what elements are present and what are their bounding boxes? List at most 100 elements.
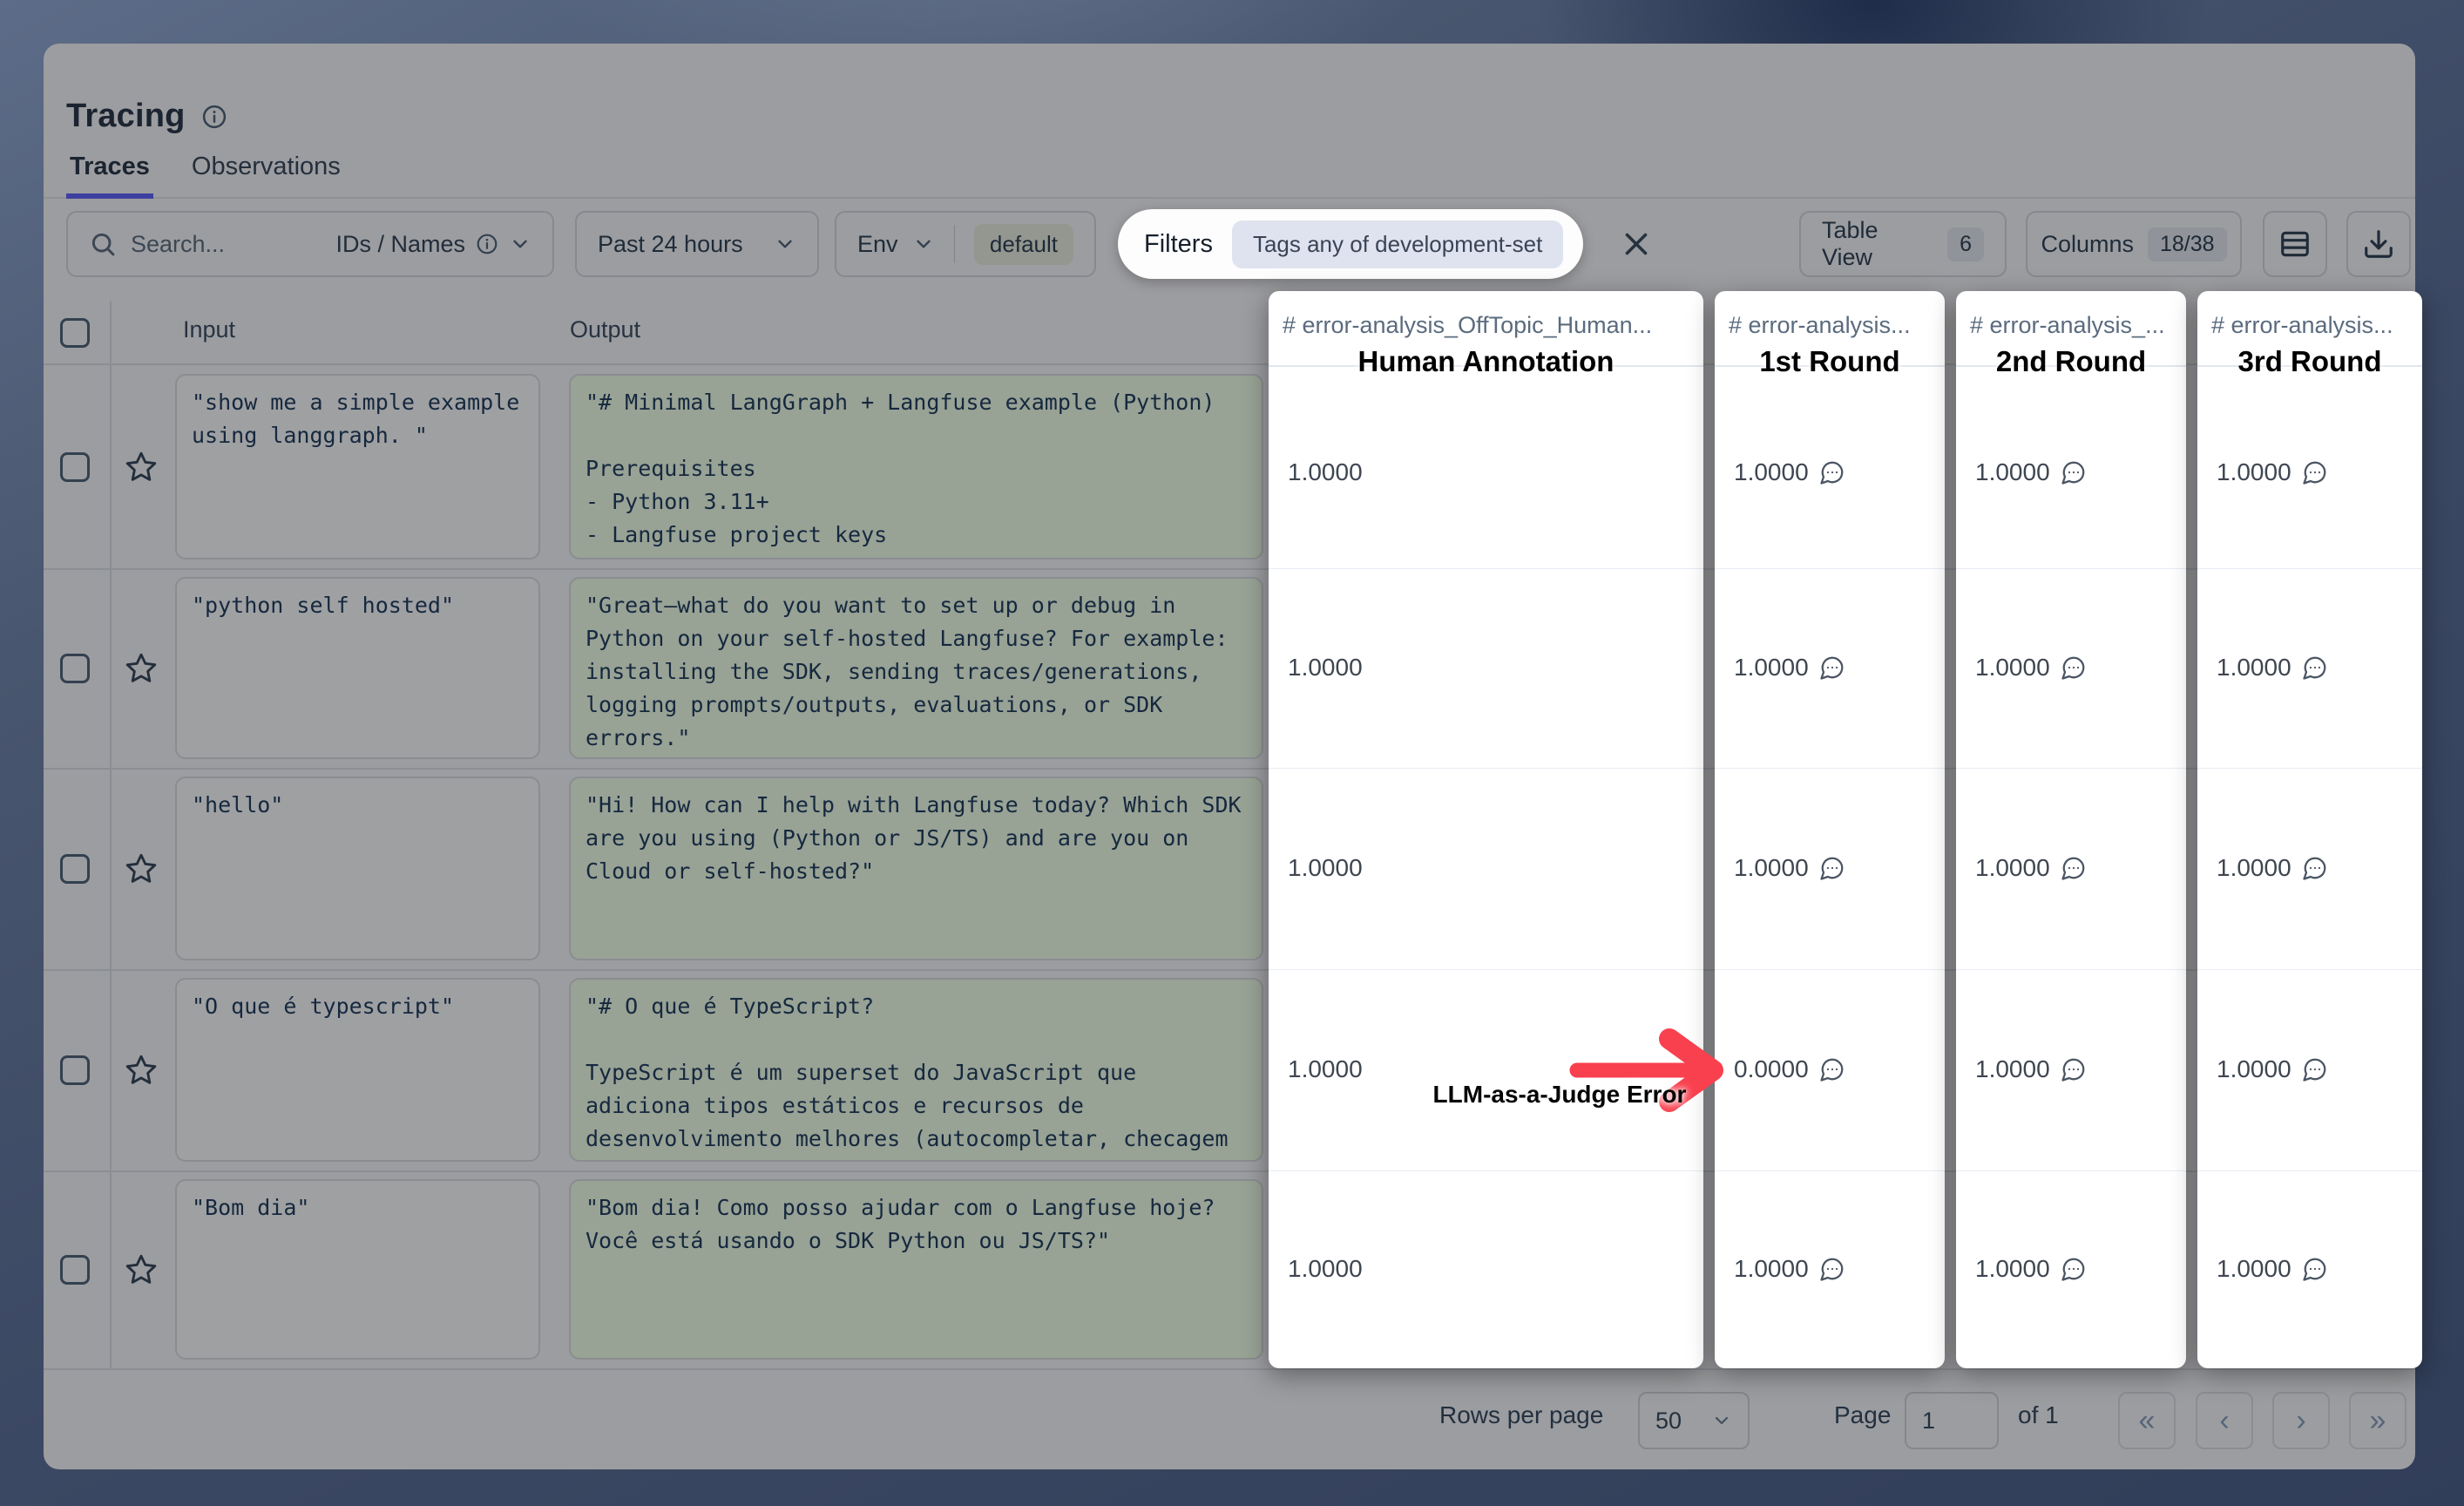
chevron-down-icon: [774, 233, 796, 255]
score-number: 1.0000: [2217, 654, 2291, 682]
comment-icon[interactable]: [2302, 459, 2328, 485]
env-value-badge: default: [974, 224, 1073, 265]
comment-icon[interactable]: [2061, 1056, 2087, 1082]
score-value: 1.0000: [1975, 648, 2087, 687]
row-checkbox[interactable]: [60, 854, 90, 884]
score-column-header[interactable]: # error-analysis_...: [1970, 312, 2181, 339]
time-range-select[interactable]: Past 24 hours: [575, 211, 819, 277]
info-icon[interactable]: [201, 104, 227, 130]
score-number: 1.0000: [2217, 458, 2291, 486]
comment-icon[interactable]: [2302, 655, 2328, 681]
comment-icon[interactable]: [2061, 1256, 2087, 1282]
score-value: 1.0000: [1975, 1050, 2087, 1089]
divider: [2197, 568, 2422, 569]
score-number: 1.0000: [2217, 1255, 2291, 1283]
score-column-annotation-label: 3rd Round: [2197, 345, 2422, 378]
score-value: 1.0000: [1288, 1050, 1363, 1089]
rows-per-page-select[interactable]: 50: [1638, 1392, 1750, 1449]
clear-filter-icon[interactable]: [1612, 220, 1661, 268]
export-button[interactable]: [2346, 211, 2411, 277]
trace-input-cell[interactable]: "hello": [175, 777, 540, 960]
score-column-2nd-round: # error-analysis_... 2nd Round 1.0000 1.…: [1956, 291, 2186, 1368]
last-page-button[interactable]: »: [2349, 1392, 2406, 1449]
score-value-error: 0.0000: [1734, 1050, 1845, 1089]
columns-count-badge: 18/38: [2148, 227, 2227, 261]
comment-icon[interactable]: [2061, 655, 2087, 681]
divider: [2197, 1170, 2422, 1171]
bookmark-star-icon[interactable]: [124, 450, 159, 485]
page-header: Tracing: [66, 98, 227, 135]
rows-per-page-value: 50: [1655, 1408, 1682, 1435]
next-page-button[interactable]: ›: [2272, 1392, 2330, 1449]
rows-density-icon: [2278, 227, 2312, 261]
score-value: 1.0000: [1975, 1250, 2087, 1288]
table-view-label: Table View: [1822, 217, 1933, 271]
page-number-input[interactable]: 1: [1905, 1392, 1999, 1449]
bookmark-star-icon[interactable]: [124, 1252, 159, 1287]
score-value: 1.0000: [1288, 849, 1363, 887]
comment-icon[interactable]: [1819, 855, 1845, 881]
comment-icon[interactable]: [1819, 1256, 1845, 1282]
page-title: Tracing: [66, 98, 186, 135]
score-column-header[interactable]: # error-analysis...: [1729, 312, 1939, 339]
search-mode-select[interactable]: IDs / Names: [335, 231, 531, 258]
select-all-checkbox[interactable]: [60, 318, 90, 348]
comment-icon[interactable]: [2061, 855, 2087, 881]
comment-icon[interactable]: [1819, 459, 1845, 485]
column-header-input[interactable]: Input: [183, 316, 235, 343]
score-number: 1.0000: [1288, 854, 1363, 882]
first-page-button[interactable]: «: [2118, 1392, 2176, 1449]
trace-input-cell[interactable]: "python self hosted": [175, 577, 540, 759]
env-filter[interactable]: Env default: [835, 211, 1096, 277]
trace-input-cell[interactable]: "O que é typescript": [175, 978, 540, 1162]
score-value: 1.0000: [2217, 648, 2328, 687]
comment-icon[interactable]: [1819, 655, 1845, 681]
divider: [1269, 568, 1703, 569]
score-value: 1.0000: [2217, 1050, 2328, 1089]
divider: [1269, 969, 1703, 970]
score-column-human-annotation: # error-analysis_OffTopic_Human... Human…: [1269, 291, 1703, 1368]
trace-input-cell[interactable]: "show me a simple example using langgrap…: [175, 374, 540, 560]
trace-output-cell[interactable]: "# O que é TypeScript? TypeScript é um s…: [569, 978, 1263, 1162]
trace-output-cell[interactable]: "Great—what do you want to set up or deb…: [569, 577, 1263, 759]
row-checkbox[interactable]: [60, 654, 90, 683]
bookmark-star-icon[interactable]: [124, 851, 159, 886]
column-header-output[interactable]: Output: [570, 316, 640, 343]
score-column-annotation-label: 1st Round: [1715, 345, 1945, 378]
score-value: 1.0000: [1975, 849, 2087, 887]
filters-button[interactable]: Filters Tags any of development-set: [1118, 209, 1583, 279]
comment-icon[interactable]: [1819, 1056, 1845, 1082]
comment-icon[interactable]: [2302, 855, 2328, 881]
score-number: 1.0000: [1975, 458, 2050, 486]
comment-icon[interactable]: [2302, 1256, 2328, 1282]
search-input[interactable]: Search... IDs / Names: [66, 211, 554, 277]
chevron-down-icon: [1711, 1410, 1732, 1431]
row-height-button[interactable]: [2263, 211, 2327, 277]
row-checkbox[interactable]: [60, 1055, 90, 1085]
trace-input-cell[interactable]: "Bom dia": [175, 1179, 540, 1360]
comment-icon[interactable]: [2302, 1056, 2328, 1082]
bookmark-star-icon[interactable]: [124, 651, 159, 686]
score-column-1st-round: # error-analysis... 1st Round 1.0000 1.0…: [1715, 291, 1945, 1368]
info-icon: [476, 233, 498, 255]
tab-observations[interactable]: Observations: [188, 153, 344, 199]
row-checkbox[interactable]: [60, 1255, 90, 1285]
bookmark-star-icon[interactable]: [124, 1053, 159, 1088]
download-icon: [2362, 227, 2395, 261]
score-column-header[interactable]: # error-analysis...: [2211, 312, 2417, 339]
table-view-button[interactable]: Table View 6: [1799, 211, 2007, 277]
comment-icon[interactable]: [2061, 459, 2087, 485]
row-checkbox[interactable]: [60, 452, 90, 482]
trace-output-cell[interactable]: "Hi! How can I help with Langfuse today?…: [569, 777, 1263, 960]
previous-page-button[interactable]: ‹: [2196, 1392, 2253, 1449]
divider: [1956, 568, 2186, 569]
trace-output-cell[interactable]: "# Minimal LangGraph + Langfuse example …: [569, 374, 1263, 560]
trace-output-cell[interactable]: "Bom dia! Como posso ajudar com o Langfu…: [569, 1179, 1263, 1360]
score-column-annotation-label: Human Annotation: [1269, 345, 1703, 378]
columns-button[interactable]: Columns 18/38: [2026, 211, 2242, 277]
score-column-header[interactable]: # error-analysis_OffTopic_Human...: [1283, 312, 1698, 339]
score-value: 1.0000: [2217, 849, 2328, 887]
tab-traces[interactable]: Traces: [66, 153, 153, 199]
divider: [2197, 768, 2422, 769]
search-mode-label: IDs / Names: [335, 231, 465, 258]
